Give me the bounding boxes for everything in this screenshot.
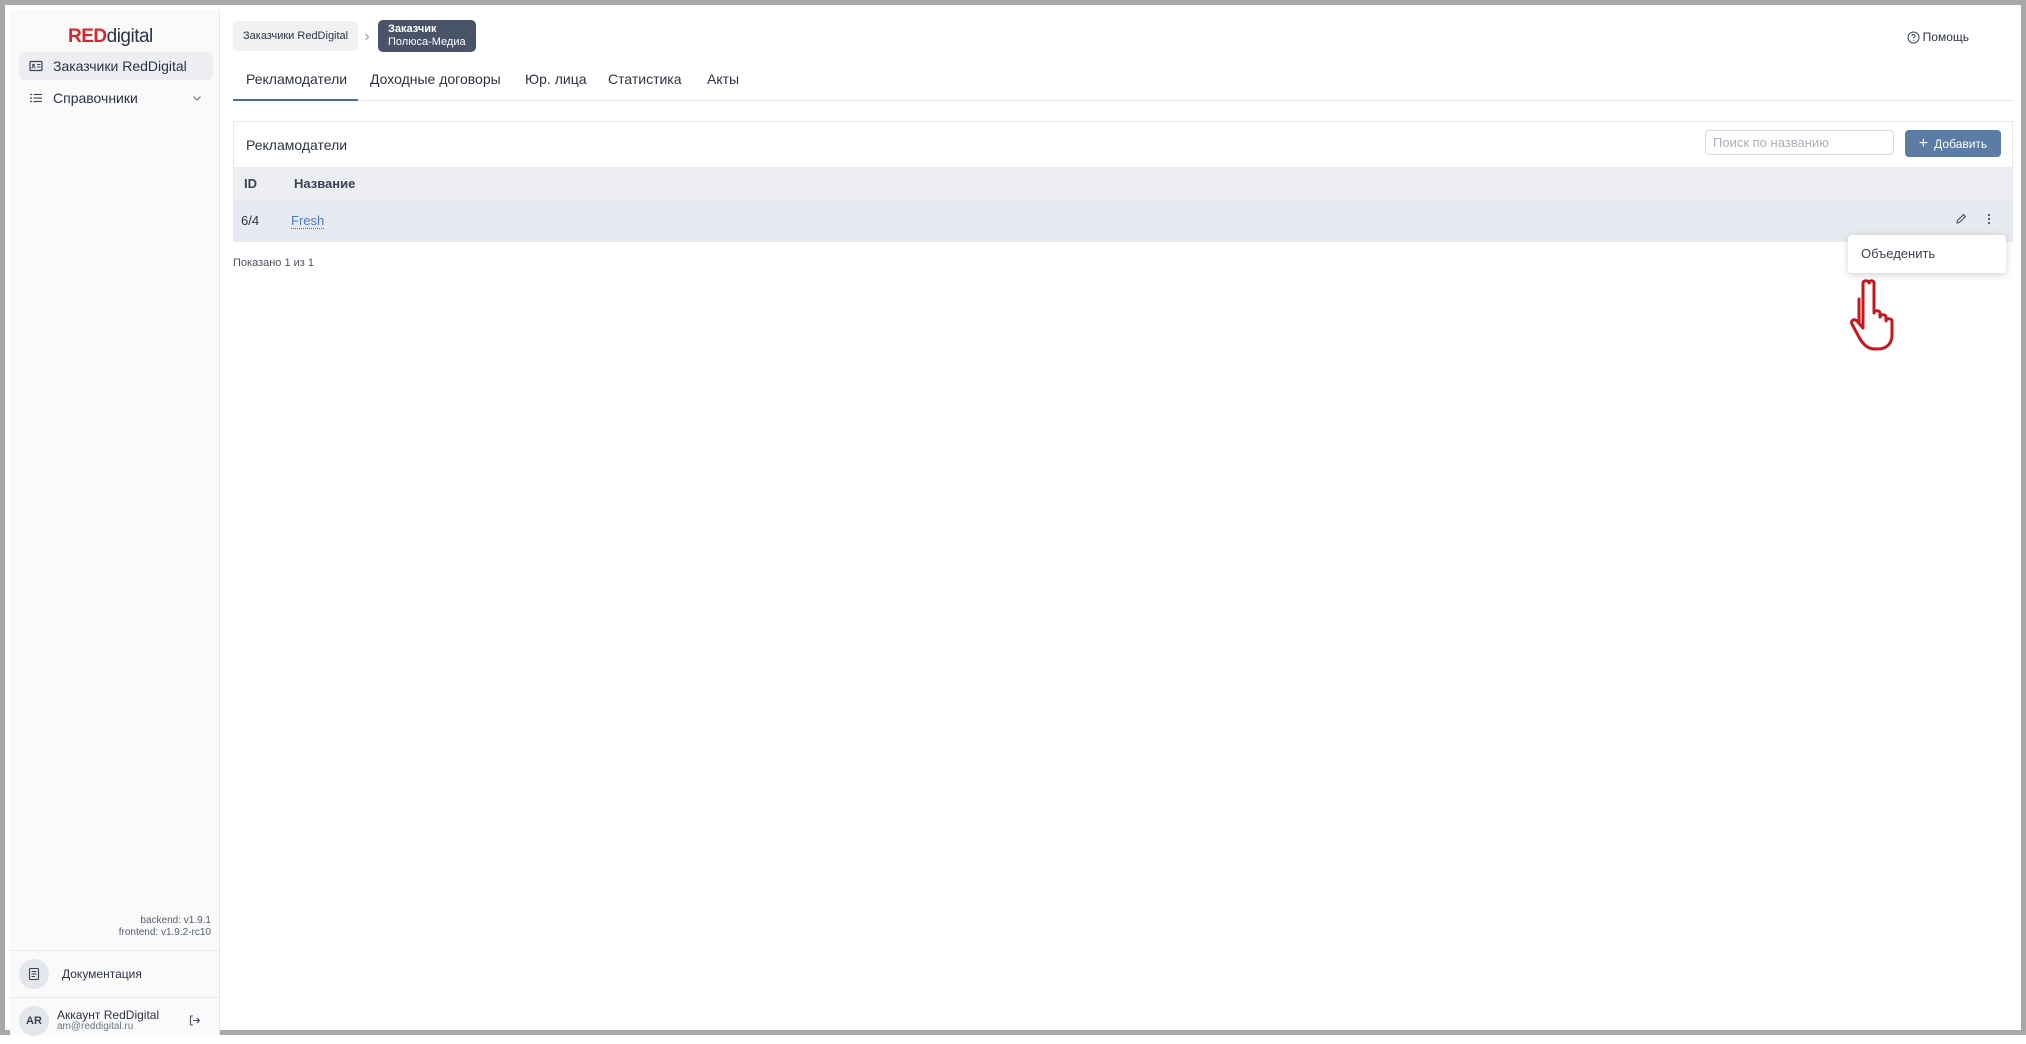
tab-acts[interactable]: Акты: [707, 71, 739, 87]
account-name: Аккаунт RedDigital: [57, 1009, 159, 1021]
brand-logo[interactable]: REDdigital: [68, 26, 153, 48]
tab-bar: Рекламодатели Доходные договоры Юр. лица…: [233, 63, 2013, 101]
account-email: am@reddigital.ru: [57, 1021, 159, 1033]
help-circle-icon: [1907, 31, 1920, 44]
tab-advertisers[interactable]: Рекламодатели: [246, 71, 347, 87]
pagination-summary: Показано 1 из 1: [233, 257, 314, 269]
tab-revenue-contracts[interactable]: Доходные договоры: [370, 71, 501, 87]
tab-statistics[interactable]: Статистика: [608, 71, 682, 87]
documentation-label: Документация: [62, 967, 142, 981]
panel-title: Рекламодатели: [246, 137, 347, 153]
menu-item-merge[interactable]: Объеденить: [1861, 246, 1935, 261]
contact-card-icon: [29, 59, 43, 73]
account-row: AR Аккаунт RedDigital am@reddigital.ru: [10, 997, 219, 1044]
cell-name-link[interactable]: Fresh: [291, 213, 324, 228]
sidebar-item-customers[interactable]: Заказчики RedDigital: [19, 52, 213, 80]
table-header: ID Название: [234, 167, 2012, 200]
sidebar-item-label: Справочники: [53, 90, 138, 106]
version-info: backend: v1.9.1 frontend: v1.9.2-rc10: [119, 915, 211, 939]
advertisers-panel: Рекламодатели + Добавить ID Название 6/4…: [233, 121, 2013, 242]
document-icon: [19, 959, 49, 989]
help-link[interactable]: Помощь: [1907, 30, 1969, 44]
help-label: Помощь: [1923, 30, 1969, 44]
frontend-version: frontend: v1.9.2-rc10: [119, 927, 211, 939]
column-header-id[interactable]: ID: [244, 176, 257, 191]
app-window: REDdigital Заказчики RedDigital Справочн…: [0, 0, 2026, 1035]
more-vertical-icon[interactable]: [1985, 212, 1993, 229]
active-tab-indicator: [233, 99, 358, 101]
cell-id: 6/4: [241, 213, 259, 228]
sidebar-item-label: Заказчики RedDigital: [53, 58, 187, 74]
list-icon: [29, 91, 43, 105]
chevron-right-icon: [362, 29, 372, 47]
search-input[interactable]: [1705, 130, 1894, 155]
tab-legal-entities[interactable]: Юр. лица: [525, 71, 587, 87]
breadcrumb-current-title: Заказчик: [388, 23, 466, 36]
add-button[interactable]: + Добавить: [1905, 130, 2001, 157]
backend-version: backend: v1.9.1: [119, 915, 211, 927]
edit-pencil-icon[interactable]: [1954, 212, 1968, 229]
chevron-down-icon[interactable]: [191, 91, 203, 107]
plus-icon: +: [1919, 138, 1928, 150]
table-row: 6/4 Fresh: [234, 200, 2012, 241]
logout-icon[interactable]: [188, 1014, 201, 1032]
breadcrumb-current: Заказчик Полюса-Медиа: [378, 20, 476, 52]
column-header-name[interactable]: Название: [294, 176, 355, 191]
documentation-link[interactable]: Документация: [10, 950, 219, 996]
hand-pointer-icon: [1847, 275, 1907, 360]
breadcrumb-current-subtitle: Полюса-Медиа: [388, 36, 466, 49]
sidebar: REDdigital Заказчики RedDigital Справочн…: [10, 10, 220, 1035]
sidebar-item-references[interactable]: Справочники: [19, 84, 213, 112]
row-actions-menu: Объеденить: [1848, 235, 2006, 273]
avatar[interactable]: AR: [19, 1006, 49, 1036]
breadcrumb-customers[interactable]: Заказчики RedDigital: [233, 21, 358, 51]
add-button-label: Добавить: [1934, 137, 1987, 151]
